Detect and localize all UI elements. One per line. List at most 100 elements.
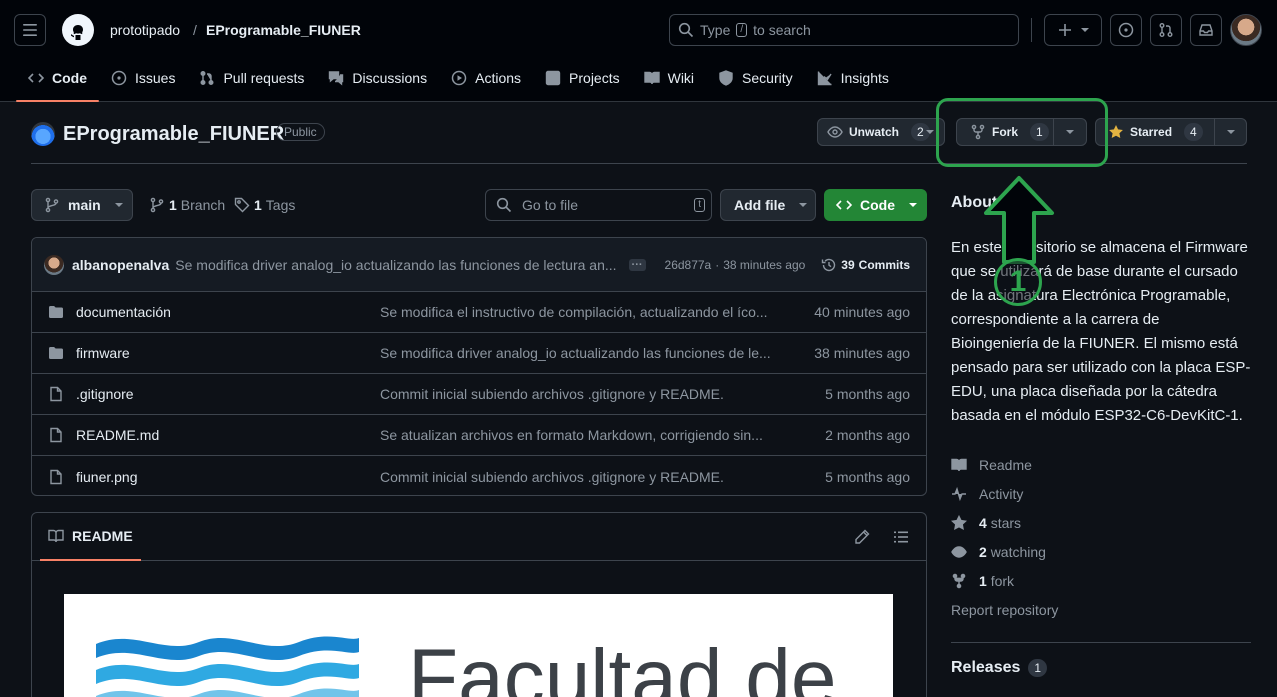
watching-label: watching	[990, 543, 1046, 560]
unwatch-button[interactable]: Unwatch 2	[817, 118, 945, 146]
file-commit-message[interactable]: Se modifica driver analog_io actualizand…	[380, 345, 772, 361]
tab-security[interactable]: Security	[706, 58, 805, 98]
file-commit-message[interactable]: Se modifica el instructivo de compilació…	[380, 304, 772, 320]
breadcrumb-repo[interactable]: EProgramable_FIUNER	[206, 22, 361, 38]
play-icon	[451, 70, 467, 86]
global-header: prototipado / EProgramable_FIUNER Type /…	[0, 0, 1277, 102]
file-row-documentacion[interactable]: documentación Se modifica el instructivo…	[32, 292, 926, 333]
commit-author[interactable]: albanopenalva	[72, 257, 169, 273]
releases-count: 1	[1028, 659, 1048, 677]
go-to-file-shortcut: t	[694, 198, 705, 212]
releases-heading[interactable]: Releases 1	[951, 659, 1251, 677]
file-name[interactable]: documentación	[76, 304, 171, 320]
commits-count: 39	[841, 257, 855, 272]
pencil-icon[interactable]	[854, 529, 870, 545]
go-to-file-input[interactable]: Go to file t	[485, 189, 712, 221]
file-commit-message[interactable]: Se atualizan archivos en formato Markdow…	[380, 427, 772, 443]
tab-insights[interactable]: Insights	[805, 58, 901, 98]
repo-nav-tabs: Code Issues Pull requests Discussions Ac…	[16, 58, 901, 102]
hamburger-icon	[23, 24, 37, 36]
repo-avatar[interactable]	[31, 122, 55, 146]
create-new-button[interactable]	[1044, 14, 1102, 46]
file-name[interactable]: README.md	[76, 427, 159, 443]
readme-link[interactable]: Readme	[951, 450, 1251, 479]
starred-button[interactable]: Starred 4	[1095, 118, 1215, 146]
commit-message[interactable]: Se modifica driver analog_io actualizand…	[175, 257, 616, 273]
activity-link-label: Activity	[979, 485, 1024, 502]
file-row-readme[interactable]: README.md Se atualizan archivos en forma…	[32, 415, 926, 456]
tab-wiki[interactable]: Wiki	[632, 58, 706, 98]
tab-issues[interactable]: Issues	[99, 58, 187, 98]
fork-icon	[952, 573, 966, 588]
graph-icon	[817, 71, 832, 86]
commit-hash[interactable]: 26d877a	[665, 258, 712, 272]
stars-count: 4	[979, 514, 987, 531]
file-commit-message[interactable]: Commit inicial subiendo archivos .gitign…	[380, 386, 772, 402]
branch-name: main	[68, 197, 101, 213]
forks-link[interactable]: 1 fork	[951, 566, 1251, 595]
github-logo-icon[interactable]	[62, 14, 94, 46]
commits-label: Commits	[858, 257, 910, 272]
file-name[interactable]: fiuner.png	[76, 469, 138, 485]
tags-link[interactable]: 1 Tags	[234, 189, 295, 221]
tab-label: Code	[52, 70, 87, 86]
activity-link[interactable]: Activity	[951, 479, 1251, 508]
watching-link[interactable]: 2 watching	[951, 537, 1251, 566]
sidebar-separator	[951, 642, 1251, 643]
breadcrumb-owner[interactable]: prototipado	[110, 22, 180, 38]
search-icon	[496, 197, 512, 213]
pull-request-icon	[200, 71, 214, 85]
tab-code[interactable]: Code	[16, 58, 99, 102]
file-row-gitignore[interactable]: .gitignore Commit inicial subiendo archi…	[32, 374, 926, 415]
readme-tab[interactable]: README	[40, 513, 141, 561]
commit-expand-button[interactable]: ···	[628, 258, 646, 271]
user-avatar[interactable]	[1230, 14, 1262, 46]
report-repository-link[interactable]: Report repository	[951, 595, 1251, 624]
tab-pull-requests[interactable]: Pull requests	[187, 58, 316, 98]
branch-selector[interactable]: main	[31, 189, 133, 221]
issue-icon	[111, 70, 127, 86]
tab-projects[interactable]: Projects	[533, 58, 632, 98]
file-browser: albanopenalva Se modifica driver analog_…	[31, 237, 927, 496]
book-icon	[48, 529, 64, 543]
commits-link[interactable]: 39 Commits	[821, 257, 910, 273]
stars-label: stars	[990, 514, 1022, 531]
branches-link[interactable]: 1 Branch	[149, 189, 225, 221]
pull-request-icon	[1159, 23, 1173, 37]
code-button[interactable]: Code	[824, 189, 927, 221]
file-row-fiuner-png[interactable]: fiuner.png Commit inicial subiendo archi…	[32, 456, 926, 495]
about-sidebar: About En este repositorio se almacena el…	[951, 194, 1251, 677]
file-name[interactable]: .gitignore	[76, 386, 134, 402]
search-input[interactable]: Type / to search	[669, 14, 1019, 46]
menu-button[interactable]	[14, 14, 46, 46]
issues-button[interactable]	[1110, 14, 1142, 46]
readme-tab-label: README	[72, 528, 133, 544]
forks-label: fork	[990, 572, 1015, 589]
inbox-button[interactable]	[1190, 14, 1222, 46]
commit-time: 38 minutes ago	[723, 257, 806, 272]
stars-link[interactable]: 4 stars	[951, 508, 1251, 537]
star-dropdown-button[interactable]	[1214, 118, 1247, 146]
search-shortcut-key: /	[736, 23, 748, 37]
readme-image: Facultad de	[64, 594, 893, 697]
caret-down-icon	[1081, 28, 1089, 32]
outline-list-icon[interactable]	[893, 529, 909, 545]
author-avatar[interactable]	[44, 254, 64, 275]
tags-label: Tags	[265, 197, 296, 213]
tab-label: Insights	[840, 70, 889, 86]
file-name[interactable]: firmware	[76, 345, 130, 361]
repo-title[interactable]: EProgramable_FIUNER	[63, 123, 284, 146]
tab-discussions[interactable]: Discussions	[316, 58, 439, 98]
add-file-button[interactable]: Add file	[720, 189, 816, 221]
tab-actions[interactable]: Actions	[439, 58, 533, 98]
commit-separator: ·	[715, 257, 720, 272]
latest-commit-bar: albanopenalva Se modifica driver analog_…	[32, 238, 926, 292]
pull-requests-button[interactable]	[1150, 14, 1182, 46]
code-icon	[28, 73, 44, 83]
step-number-badge: 1	[994, 258, 1042, 306]
table-icon	[545, 70, 561, 86]
shield-icon	[719, 70, 733, 86]
file-row-firmware[interactable]: firmware Se modifica driver analog_io ac…	[32, 333, 926, 374]
file-commit-message[interactable]: Commit inicial subiendo archivos .gitign…	[380, 469, 772, 485]
branch-icon	[150, 197, 164, 213]
